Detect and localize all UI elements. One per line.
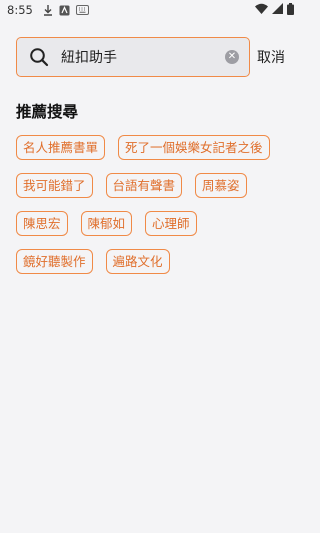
recommended-tags: 名人推薦書單 死了一個娛樂女記者之後 我可能錯了 台語有聲書 周慕姿 陳思宏 陳… — [16, 135, 288, 287]
search-input[interactable]: 紐扣助手 ✕ — [16, 37, 250, 77]
battery-icon — [287, 2, 294, 18]
recommended-search-title: 推薦搜尋 — [16, 103, 79, 121]
download-icon — [43, 4, 53, 16]
cancel-button[interactable]: 取消 — [257, 47, 285, 67]
signal-icon — [272, 3, 283, 17]
search-tag[interactable]: 陳思宏 — [16, 211, 68, 236]
search-tag[interactable]: 我可能錯了 — [16, 173, 93, 198]
status-time: 8:55 — [7, 3, 33, 17]
search-tag[interactable]: 名人推薦書單 — [16, 135, 106, 160]
wifi-icon — [255, 3, 268, 17]
search-tag[interactable]: 遍路文化 — [105, 249, 170, 274]
search-tag[interactable]: 台語有聲書 — [105, 173, 183, 198]
tag-row: 陳思宏 陳郁如 心理師 — [16, 211, 288, 236]
search-tag[interactable]: 死了一個娛樂女記者之後 — [118, 135, 270, 160]
search-tag[interactable]: 周慕姿 — [195, 173, 247, 198]
tag-row: 我可能錯了 台語有聲書 周慕姿 — [16, 173, 288, 198]
search-tag[interactable]: 鏡好聽製作 — [16, 249, 93, 274]
search-query-text: 紐扣助手 — [61, 50, 117, 66]
status-right-icons — [255, 2, 294, 18]
clear-icon[interactable]: ✕ — [225, 50, 239, 64]
keyboard-icon — [75, 5, 89, 15]
status-bar: 8:55 — [0, 0, 300, 20]
search-tag[interactable]: 陳郁如 — [80, 211, 133, 236]
search-icon — [30, 48, 49, 67]
search-tag[interactable]: 心理師 — [145, 211, 197, 236]
tag-row: 鏡好聽製作 遍路文化 — [16, 249, 288, 274]
app-notification-icon — [59, 5, 70, 16]
search-row: 紐扣助手 ✕ 取消 — [16, 37, 290, 77]
tag-row: 名人推薦書單 死了一個娛樂女記者之後 — [16, 135, 288, 160]
